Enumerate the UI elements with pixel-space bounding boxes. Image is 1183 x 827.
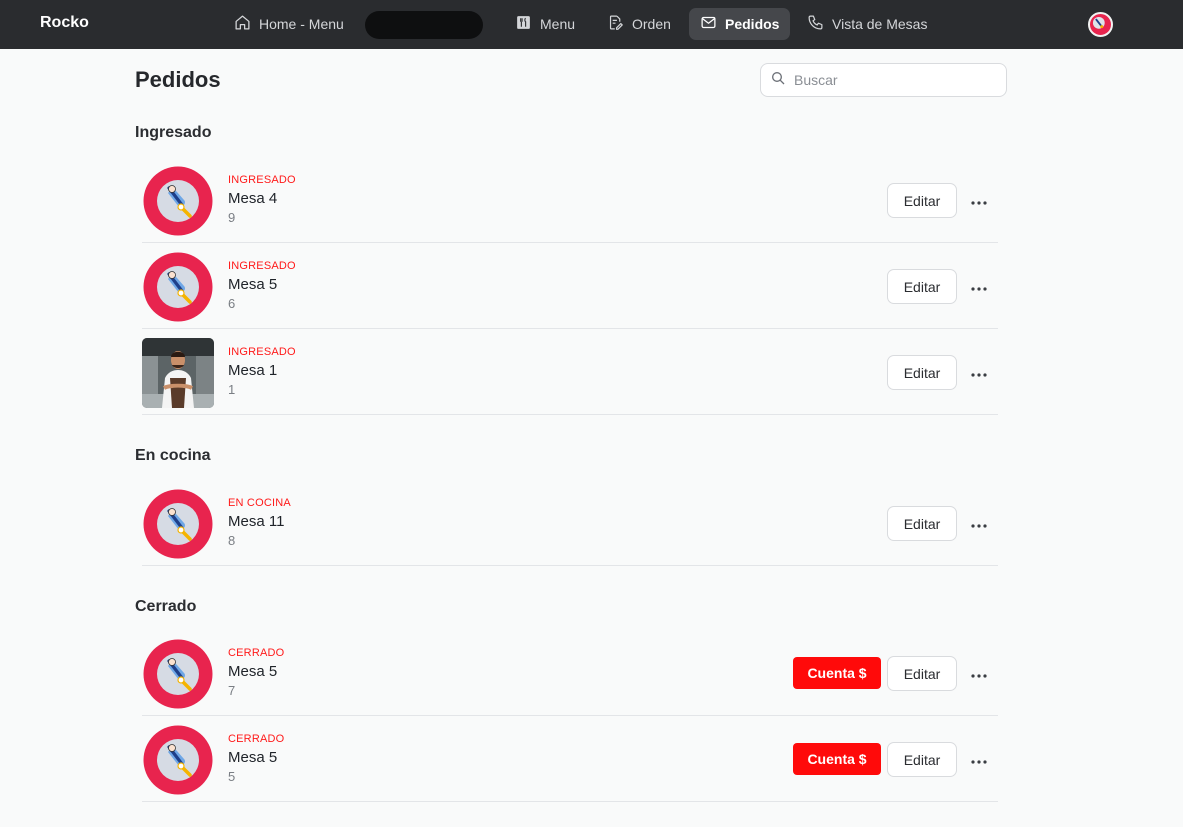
- ellipsis-icon: [971, 279, 987, 294]
- nav-pedidos-label: Pedidos: [725, 16, 780, 32]
- edit-button[interactable]: Editar: [887, 656, 957, 691]
- more-options-button[interactable]: [965, 512, 993, 534]
- nav-orden[interactable]: Orden: [596, 8, 682, 40]
- edit-button[interactable]: Editar: [887, 506, 957, 541]
- utensils-icon: [515, 14, 532, 34]
- order-number: 9: [228, 210, 236, 225]
- search-icon: [770, 70, 786, 91]
- order-table-name: Mesa 11: [228, 513, 285, 530]
- edit-button[interactable]: Editar: [887, 269, 957, 304]
- order-row[interactable]: INGRESADO Mesa 5 6 Editar: [142, 243, 998, 329]
- mail-icon: [700, 14, 717, 34]
- order-row[interactable]: INGRESADO Mesa 1 1 Editar: [142, 329, 998, 415]
- edit-button[interactable]: Editar: [887, 355, 957, 390]
- ellipsis-icon: [971, 752, 987, 767]
- nav-home-label: Home - Menu: [259, 16, 344, 32]
- home-icon: [234, 14, 251, 34]
- cuenta-button[interactable]: Cuenta $: [793, 743, 881, 775]
- nav-pedidos[interactable]: Pedidos: [689, 8, 791, 40]
- section-title-ingresado: Ingresado: [135, 124, 212, 141]
- more-options-button[interactable]: [965, 361, 993, 383]
- chef-logo-avatar: [142, 489, 214, 559]
- order-row[interactable]: CERRADO Mesa 5 5 Cuenta $ Editar: [142, 716, 998, 802]
- edit-document-icon: [607, 14, 624, 34]
- more-options-button[interactable]: [965, 275, 993, 297]
- section-title-en-cocina: En cocina: [135, 447, 211, 464]
- order-row[interactable]: INGRESADO Mesa 4 9 Editar: [142, 157, 998, 243]
- order-table-name: Mesa 5: [228, 663, 278, 680]
- nav-menu-label: Menu: [540, 16, 576, 32]
- ellipsis-icon: [971, 516, 987, 531]
- nav-mesas-label: Vista de Mesas: [832, 16, 928, 32]
- ellipsis-icon: [971, 666, 987, 681]
- order-status: INGRESADO: [228, 260, 296, 272]
- page-title: Pedidos: [135, 67, 221, 92]
- edit-button[interactable]: Editar: [887, 742, 957, 777]
- nav-vista-de-mesas[interactable]: Vista de Mesas: [796, 8, 938, 40]
- order-number: 7: [228, 683, 236, 698]
- more-options-button[interactable]: [965, 748, 993, 770]
- order-status: CERRADO: [228, 647, 285, 659]
- order-table-name: Mesa 5: [228, 276, 278, 293]
- edit-button[interactable]: Editar: [887, 183, 957, 218]
- order-row[interactable]: CERRADO Mesa 5 7 Cuenta $ Editar: [142, 630, 998, 716]
- ellipsis-icon: [971, 193, 987, 208]
- ellipsis-icon: [971, 365, 987, 380]
- search-box[interactable]: [760, 63, 1007, 97]
- order-table-name: Mesa 1: [228, 362, 278, 379]
- cuenta-button[interactable]: Cuenta $: [793, 657, 881, 689]
- order-status: CERRADO: [228, 733, 285, 745]
- chef-logo-avatar: [142, 252, 214, 322]
- order-status: INGRESADO: [228, 174, 296, 186]
- order-number: 8: [228, 533, 236, 548]
- order-status: INGRESADO: [228, 346, 296, 358]
- brand-logo[interactable]: Rocko: [40, 14, 89, 32]
- top-navigation-bar: Rocko Home - Menu Menu Orden Pedidos Vis…: [0, 0, 1183, 49]
- more-options-button[interactable]: [965, 662, 993, 684]
- nav-home-menu[interactable]: Home - Menu: [223, 8, 355, 40]
- section-title-cerrado: Cerrado: [135, 598, 197, 615]
- nav-orden-label: Orden: [632, 16, 671, 32]
- search-input[interactable]: [794, 72, 994, 88]
- chef-logo-avatar: [142, 639, 214, 709]
- waiter-photo-avatar: [142, 338, 214, 408]
- order-row[interactable]: EN COCINA Mesa 11 8 Editar: [142, 480, 998, 566]
- order-number: 5: [228, 769, 236, 784]
- order-status: EN COCINA: [228, 497, 291, 509]
- phone-icon: [807, 14, 824, 34]
- order-table-name: Mesa 5: [228, 749, 278, 766]
- chef-logo-avatar: [142, 166, 214, 236]
- order-number: 6: [228, 296, 236, 311]
- more-options-button[interactable]: [965, 189, 993, 211]
- user-avatar[interactable]: [1088, 12, 1113, 37]
- chef-logo-avatar: [142, 725, 214, 795]
- order-number: 1: [228, 382, 236, 397]
- nav-menu[interactable]: Menu: [504, 8, 586, 40]
- order-table-name: Mesa 4: [228, 190, 278, 207]
- redacted-nav-item[interactable]: [365, 11, 483, 39]
